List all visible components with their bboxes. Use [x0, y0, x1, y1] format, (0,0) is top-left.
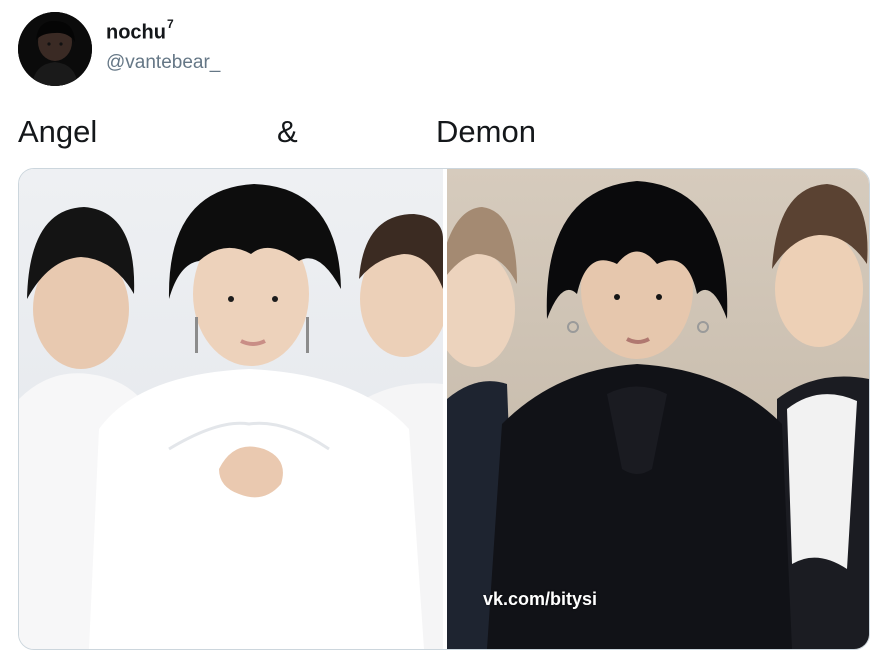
author-handle[interactable]: @vantebear_ — [106, 52, 220, 74]
author-avatar[interactable] — [18, 12, 92, 86]
photo-demon-icon — [447, 169, 869, 649]
photo-angel-icon — [19, 169, 443, 649]
avatar-photo-icon — [18, 12, 92, 86]
tweet-media[interactable]: vk.com/bitysi — [18, 168, 870, 650]
media-photo-left[interactable] — [19, 169, 443, 649]
tweet-text-angel: Angel — [18, 114, 98, 149]
media-watermark: vk.com/bitysi — [483, 589, 598, 609]
media-photo-right[interactable] — [447, 169, 869, 649]
display-name-superscript: 7 — [167, 17, 174, 31]
display-name-text: nochu — [106, 21, 166, 44]
author-display-name[interactable]: nochu7 — [106, 17, 174, 45]
tweet-text-ampersand: & — [277, 114, 298, 149]
tweet-text-demon: Demon — [436, 114, 536, 149]
